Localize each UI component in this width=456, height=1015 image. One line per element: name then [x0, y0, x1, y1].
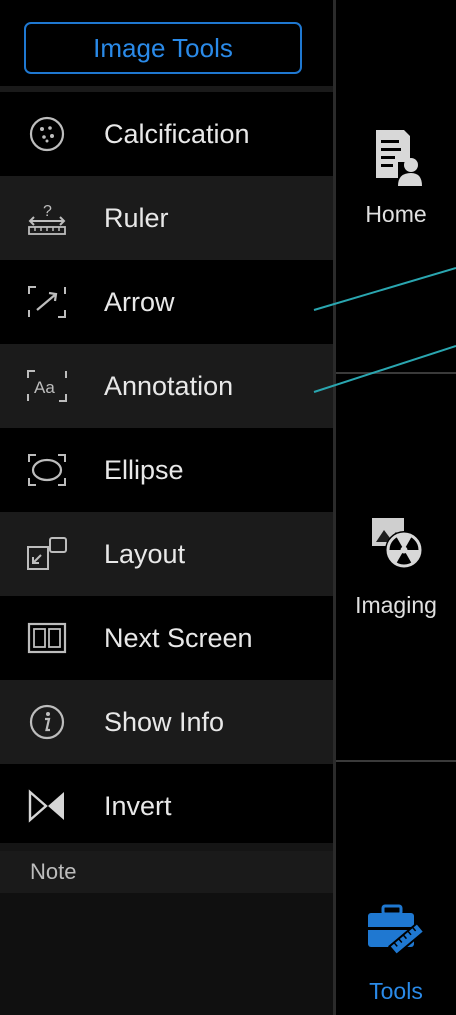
- invert-icon: [22, 784, 72, 828]
- annotation-icon: Aa: [22, 364, 72, 408]
- next-screen-icon: [22, 616, 72, 660]
- toolbox-icon: [366, 904, 426, 967]
- nav-imaging[interactable]: Imaging: [336, 374, 456, 760]
- ellipse-icon: [22, 448, 72, 492]
- nav-imaging-label: Imaging: [355, 592, 437, 618]
- home-document-icon: [374, 128, 422, 195]
- image-tools-panel: Image Tools Calcification ? Ruler Arrow …: [0, 0, 333, 1015]
- tool-arrow[interactable]: Arrow: [0, 260, 333, 344]
- note-label: Note: [30, 859, 77, 884]
- note-divider: [0, 843, 333, 851]
- nav-tools-label: Tools: [369, 978, 423, 1004]
- tool-layout[interactable]: Layout: [0, 512, 333, 596]
- tool-label: Arrow: [104, 287, 175, 317]
- tool-calcification[interactable]: Calcification: [0, 92, 333, 176]
- calcification-icon: [22, 112, 72, 156]
- svg-text:?: ?: [43, 203, 52, 220]
- tool-annotation[interactable]: Aa Annotation: [0, 344, 333, 428]
- tool-next-screen[interactable]: Next Screen: [0, 596, 333, 680]
- tool-label: Ruler: [104, 203, 169, 233]
- tool-label: Invert: [104, 791, 172, 821]
- tool-show-info[interactable]: Show Info: [0, 680, 333, 764]
- info-icon: [22, 700, 72, 744]
- note-header: Note: [0, 851, 333, 893]
- ruler-icon: ?: [22, 196, 72, 240]
- panel-header: Image Tools: [0, 0, 333, 88]
- tool-label: Layout: [104, 539, 186, 569]
- tool-label: Annotation: [104, 371, 234, 401]
- tool-ellipse[interactable]: Ellipse: [0, 428, 333, 512]
- nav-tools[interactable]: Tools: [336, 762, 456, 1015]
- arrow-icon: [22, 280, 72, 324]
- tool-label: Next Screen: [104, 623, 253, 653]
- nav-home-label: Home: [365, 201, 427, 227]
- note-area[interactable]: [0, 893, 333, 1015]
- image-tools-button[interactable]: Image Tools: [24, 22, 302, 74]
- tool-label: Show Info: [104, 707, 225, 737]
- tool-invert[interactable]: Invert: [0, 764, 333, 848]
- layout-icon: [22, 532, 72, 576]
- svg-text:Aa: Aa: [34, 378, 55, 397]
- imaging-radiation-icon: [370, 516, 426, 577]
- tool-ruler[interactable]: ? Ruler: [0, 176, 333, 260]
- tool-label: Ellipse: [104, 455, 184, 485]
- nav-home[interactable]: Home: [336, 0, 456, 372]
- image-tools-title: Image Tools: [93, 32, 233, 63]
- tool-label: Calcification: [104, 119, 250, 149]
